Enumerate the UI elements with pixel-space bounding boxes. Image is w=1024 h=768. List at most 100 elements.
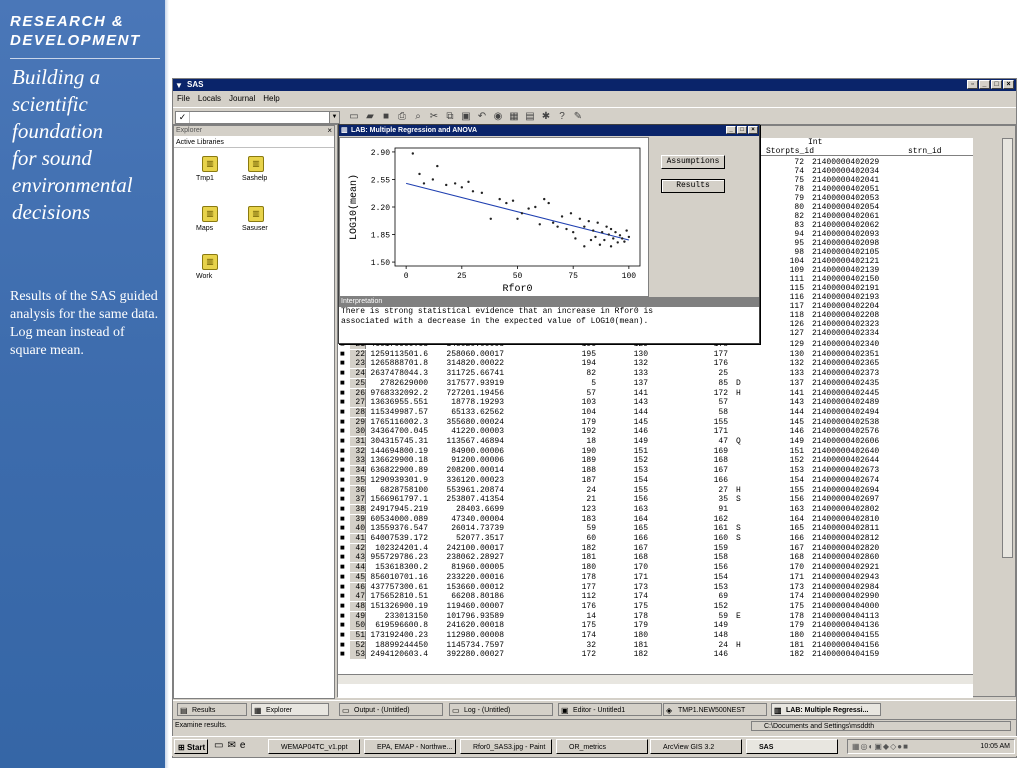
explorer-icon[interactable]: ▦ [508, 110, 520, 124]
print-icon[interactable]: ⎙ [396, 110, 408, 124]
task-sas[interactable]: SAS [746, 739, 838, 754]
table-row[interactable]: ■ 46 437757300.61 153660.00012 177 173 153 173 2… [338, 582, 973, 592]
table-row[interactable]: ■ 49 233013150 101796.93589 14 178 59 E 178 21400… [338, 611, 973, 621]
outlook-icon[interactable]: ✉ [227, 740, 235, 751]
table-row[interactable]: ■ 37 1566961797.1 253807.41354 21 156 35 S 156 21… [338, 495, 973, 505]
tray-icons[interactable]: ▦◎◐▣◆◇●■ [852, 740, 909, 753]
start-button[interactable]: ⊞ Start [174, 739, 208, 754]
table-row[interactable]: ■ 47 175652810.51 66208.80186 112 174 69 174 214… [338, 592, 973, 602]
table-row[interactable]: ■ 35 1290939301.9 336120.00023 187 154 166 154 2… [338, 475, 973, 485]
minimize-button[interactable]: _ [726, 126, 736, 134]
preview-icon[interactable]: ⌕ [412, 110, 424, 124]
pen-icon[interactable]: ✎ [572, 110, 584, 124]
open-icon[interactable]: ▰ [364, 110, 376, 124]
table-row[interactable]: ■ 50 619596600.8 241620.00018 175 179 149 179 21… [338, 621, 973, 631]
library-icon[interactable]: ◉ [492, 110, 504, 124]
task-browser[interactable]: EPA, EMAP - Northwe... [364, 739, 456, 754]
sas-title-bar[interactable]: ▼ SAS ▫ _ □ × [173, 79, 1016, 91]
help-icon[interactable]: ? [556, 110, 568, 124]
menu-locals[interactable]: Locals [198, 92, 221, 106]
command-box[interactable]: ✓ ▼ [175, 111, 340, 124]
task-or-metrics[interactable]: OR_metrics [556, 739, 648, 754]
menu-help[interactable]: Help [263, 92, 279, 106]
close-button[interactable]: × [748, 126, 758, 134]
menu-file[interactable]: File [177, 92, 190, 106]
table-row[interactable]: ■ 45 856010701.16 233220.00016 178 171 154 171 2… [338, 572, 973, 582]
table-row[interactable]: ■ 31 304315745.31 113567.46894 18 149 47 Q 149 21… [338, 437, 973, 446]
minimize-button[interactable]: _ [979, 80, 990, 89]
library-maps[interactable]: ▥ Maps [196, 206, 236, 232]
new-icon[interactable]: ▭ [348, 110, 360, 124]
table-row[interactable]: ■ 48 151326900.19 119460.00007 176 175 152 175 2… [338, 601, 973, 611]
horizontal-scrollbar[interactable] [338, 674, 973, 684]
table-row[interactable]: ■ 32 144694800.19 84900.00006 190 151 169 151 21… [338, 446, 973, 456]
close-button[interactable]: × [1003, 80, 1014, 89]
table-row[interactable]: ■ 26 9768332092.2 727201.19456 57 141 172 H 141 2… [338, 388, 973, 398]
table-row[interactable]: ■ 34 636822900.89 208200.00014 188 153 167 153 2… [338, 466, 973, 476]
vertical-scrollbar[interactable] [1002, 138, 1013, 558]
close-icon[interactable]: × [327, 126, 332, 136]
save-icon[interactable]: ■ [380, 110, 392, 124]
window-lab[interactable]: ▥ LAB: Multiple Regressi... [771, 703, 881, 716]
restore-icon[interactable]: ▫ [967, 80, 978, 89]
row-marker-icon: ■ [340, 621, 345, 631]
table-row[interactable]: ■ 44 153618300.2 81960.00005 180 170 156 170 214… [338, 563, 973, 573]
results-icon[interactable]: ▤ [524, 110, 536, 124]
window-output[interactable]: ▭ Output - (Untitled) [339, 703, 443, 716]
lab-title-bar[interactable]: ▥ LAB: Multiple Regression and ANOVA _ □… [339, 125, 759, 136]
table-row[interactable]: ■ 28 115349987.57 65133.62562 104 144 58 144 214… [338, 407, 973, 417]
table-cell: 155 [633, 485, 648, 495]
copy-icon[interactable]: ⧉ [444, 110, 456, 124]
tab-explorer[interactable]: ▦ Explorer [251, 703, 329, 716]
cut-icon[interactable]: ✂ [428, 110, 440, 124]
ie-icon[interactable]: e [240, 740, 246, 751]
table-row[interactable]: ■ 43 955729786.23 238062.28927 181 168 158 168 2… [338, 553, 973, 563]
tab-results[interactable]: ▤ Results [177, 703, 247, 716]
task-powerpoint[interactable]: WEMAP04TC_v1.ppt [268, 739, 360, 754]
table-row[interactable]: ■ 22 1259113501.6 258060.00017 195 130 177 130 2… [338, 349, 973, 359]
menu-journal[interactable]: Journal [229, 92, 255, 106]
table-row[interactable]: ■ 23 1265888701.8 314820.00022 194 132 176 132 2… [338, 359, 973, 369]
table-row[interactable]: ■ 36 6828758100 553961.20874 24 155 27 H 155 2140… [338, 485, 973, 495]
table-row[interactable]: ■ 24 2637478044.3 311725.66741 82 133 25 133 214… [338, 369, 973, 379]
table-row[interactable]: ■ 40 13559376.547 26014.73739 59 165 161 S 165 21… [338, 524, 973, 534]
undo-icon[interactable]: ↶ [476, 110, 488, 124]
table-row[interactable]: ■ 33 136629900.18 91200.00006 189 152 168 152 21… [338, 456, 973, 466]
table-row[interactable]: ■ 30 34364700.045 41220.00003 192 146 171 146 21… [338, 427, 973, 437]
window-log[interactable]: ▭ Log - (Untitled) [449, 703, 553, 716]
library-work[interactable]: ▥ Work [196, 254, 236, 280]
table-row[interactable]: ■ 42 102324201.4 242100.00017 182 167 159 167 21… [338, 543, 973, 553]
table-row[interactable]: ■ 29 1765116002.3 355680.00024 179 145 155 145 2… [338, 417, 973, 427]
table-row[interactable]: ■ 53 2494120603.4 392280.00027 172 182 146 182 2… [338, 650, 973, 660]
assumptions-button[interactable]: Assumptions [661, 155, 725, 169]
library-sasuser[interactable]: ▥ Sasuser [242, 206, 282, 232]
table-row[interactable]: ■ 27 13636955.551 18778.19293 103 143 57 143 214… [338, 398, 973, 408]
run-icon[interactable]: ✱ [540, 110, 552, 124]
lab-title: LAB: Multiple Regression and ANOVA [351, 127, 478, 134]
library-tmp1[interactable]: ▥ Tmp1 [196, 156, 236, 182]
window-editor[interactable]: ▣ Editor - Untitled1 [558, 703, 662, 716]
task-arcview[interactable]: ArcView GIS 3.2 [650, 739, 742, 754]
table-row[interactable]: ■ 39 60534000.089 47340.00004 183 164 162 164 21… [338, 514, 973, 524]
desktop-icon[interactable]: ▭ [214, 740, 223, 751]
maximize-button[interactable]: □ [991, 80, 1002, 89]
task-paint[interactable]: Rfor0_SAS3.jpg - Paint [460, 739, 552, 754]
system-tray: ▦◎◐▣◆◇●■ 10:05 AM [847, 739, 1015, 754]
table-cell: 21400000402193 [812, 293, 880, 302]
data-point [569, 212, 573, 215]
table-row[interactable]: ■ 41 64007539.172 52077.3517 60 166 160 S 166 214… [338, 534, 973, 543]
results-button[interactable]: Results [661, 179, 725, 193]
table-row[interactable]: ■ 51 173192400.23 112980.00008 174 180 148 180 2… [338, 631, 973, 640]
check-icon[interactable]: ✓ [176, 112, 190, 123]
window-tmp1[interactable]: ◈ TMP1.NEW500NEST [663, 703, 767, 716]
table-row[interactable]: ■ 52 18899244450 1145734.7597 32 181 24 H 181 214… [338, 640, 973, 650]
library-sashelp[interactable]: ▥ Sashelp [242, 156, 282, 182]
table-row[interactable]: ■ 25 2782629000 317577.93919 5 137 85 D 137 21400… [338, 378, 973, 388]
chevron-down-icon[interactable]: ▼ [329, 112, 339, 123]
table-cell: 233013150 [384, 611, 428, 621]
table-row[interactable]: ■ 38 24917945.219 28403.6699 123 163 91 163 2140… [338, 504, 973, 514]
table-cell: 21400000402041 [812, 176, 880, 185]
paste-icon[interactable]: ▣ [460, 110, 472, 124]
maximize-button[interactable]: □ [737, 126, 747, 134]
table-cell: 59 [718, 611, 728, 621]
